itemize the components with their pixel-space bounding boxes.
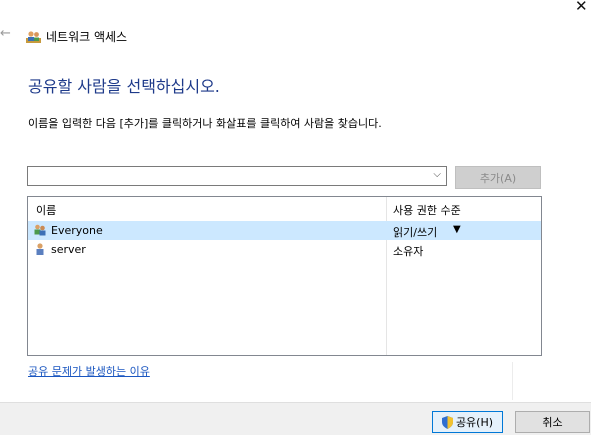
page-heading: 공유할 사람을 선택하십시오.	[28, 77, 220, 96]
share-button-label: 공유(H)	[455, 416, 494, 429]
column-header-name[interactable]: 이름	[36, 202, 56, 218]
share-button[interactable]: 공유(H)	[432, 411, 503, 433]
network-users-icon	[26, 31, 41, 43]
add-button[interactable]: 추가(A)	[455, 166, 541, 189]
cancel-button[interactable]: 취소	[515, 411, 590, 433]
permission-dropdown-icon[interactable]: ▼	[453, 224, 461, 235]
column-header-permission[interactable]: 사용 권한 수준	[393, 202, 461, 218]
user-icon	[36, 243, 44, 255]
row-permission: 소유자	[393, 245, 424, 258]
group-icon	[34, 224, 46, 236]
list-row-server[interactable]: server 소유자	[28, 240, 541, 259]
share-list[interactable]: 이름 사용 권한 수준 Everyone 읽기/쓰기 ▼ server 소유자	[27, 196, 542, 356]
close-icon[interactable]: ✕	[575, 0, 588, 16]
chevron-down-icon[interactable]: ⌵	[433, 169, 441, 180]
row-name: Everyone	[51, 224, 103, 237]
row-permission[interactable]: 읽기/쓰기	[393, 224, 437, 240]
shield-icon	[441, 415, 453, 429]
window-title: 네트워크 액세스	[46, 30, 128, 44]
sharing-problems-link[interactable]: 공유 문제가 발생하는 이유	[28, 363, 150, 379]
instruction-text: 이름을 입력한 다음 [추가]를 클릭하거나 화살표를 클릭하여 사람을 찾습니…	[28, 117, 382, 130]
list-row-everyone[interactable]: Everyone 읽기/쓰기 ▼	[28, 221, 541, 240]
row-name: server	[51, 243, 86, 256]
list-header: 이름 사용 권한 수준	[28, 197, 541, 219]
back-arrow-icon[interactable]: ←	[0, 26, 11, 41]
divider	[512, 362, 513, 400]
user-combobox[interactable]: ⌵	[27, 166, 447, 186]
